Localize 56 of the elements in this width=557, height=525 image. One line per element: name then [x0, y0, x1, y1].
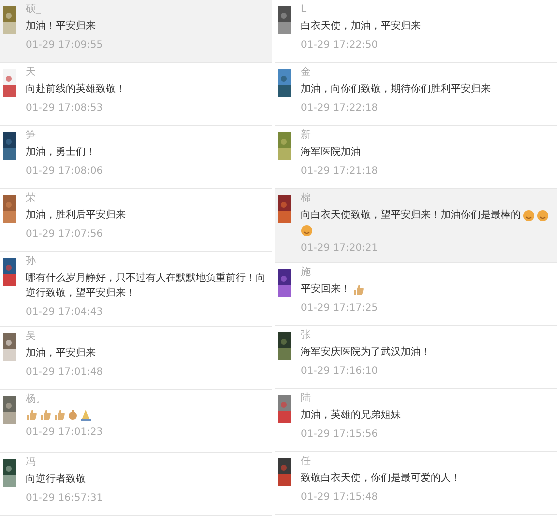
comment-text: 向白衣天使致敬，望平安归来！加油你们是最棒的: [301, 208, 521, 223]
smiley-icon: [523, 210, 535, 222]
user-name: 荣: [26, 193, 37, 205]
user-name: 冯: [26, 457, 37, 469]
comment-text: 加油，向你们致敬，期待你们胜利平安归来: [301, 82, 491, 97]
comment-text: 海军安庆医院为了武汉加油！: [301, 346, 431, 360]
user-name: 天: [26, 67, 37, 79]
timestamp: 01-29 17:01:23: [26, 426, 104, 440]
smiley-icon: [537, 210, 549, 222]
user-name: 硕_: [26, 4, 42, 16]
comment-text: 向逆行者致敬: [26, 472, 86, 487]
user-name: 施: [301, 267, 312, 279]
thumbs-up-icon: [353, 284, 365, 296]
user-name: 陆: [301, 393, 312, 405]
comment-text: 加油，平安归来: [26, 346, 96, 361]
timestamp: 01-29 17:04:43: [26, 306, 104, 320]
comment-text: 加油，英雄的兄弟姐妹: [301, 408, 401, 423]
user-name: 新: [301, 130, 312, 142]
timestamp: 01-29 17:21:18: [301, 165, 380, 179]
thumbs-up-icon: [26, 409, 38, 421]
timestamp: 01-29 17:08:53: [26, 102, 104, 116]
timestamp: 01-29 17:22:50: [301, 39, 380, 53]
timestamp: 01-29 17:17:25: [301, 302, 380, 316]
comment-text: 海军医院加油: [301, 146, 361, 160]
user-name: 金: [301, 67, 312, 79]
user-name: L: [301, 4, 308, 16]
user-name: 张: [301, 330, 312, 342]
comment-text: 平安回来！: [301, 282, 351, 297]
user-name: 孙: [26, 256, 37, 268]
user-name: 任: [301, 456, 312, 468]
user-name: 棉: [301, 193, 312, 205]
comment-text: 加油！平安归来: [26, 20, 96, 34]
timestamp: 01-29 17:08:06: [26, 165, 104, 179]
timestamp: 01-29 17:07:56: [26, 228, 104, 242]
timestamp: 01-29 17:22:18: [301, 102, 380, 116]
praying-hands-icon: [80, 409, 92, 421]
comment-text: 加油，勇士们！: [26, 146, 96, 160]
thumbs-up-icon: [54, 409, 66, 421]
comment-text: 加油，胜利后平安归来: [26, 208, 126, 223]
timestamp: 01-29 16:57:31: [26, 492, 104, 506]
timestamp: 01-29 17:15:56: [301, 428, 380, 442]
comment-text: 白衣天使，加油，平安归来: [301, 20, 421, 34]
timestamp: 01-29 17:20:21: [301, 242, 380, 256]
timestamp: 01-29 17:16:10: [301, 365, 380, 379]
timestamp: 01-29 17:01:48: [26, 366, 104, 380]
user-name: 笋: [26, 130, 37, 142]
smiley-icon: [301, 225, 313, 237]
comment-text: 向赴前线的英雄致敬！: [26, 82, 126, 97]
comment-text: 致敬白衣天使，你们是最可爱的人！: [301, 472, 461, 486]
user-name: 吴: [26, 331, 37, 343]
thumbs-up-icon: [40, 409, 52, 421]
timestamp: 01-29 17:15:48: [301, 491, 380, 505]
timestamp: 01-29 17:09:55: [26, 39, 104, 53]
comment-text: 哪有什么岁月静好，只不过有人在默默地负重前行！向逆行致敬，望平安归来！: [26, 272, 267, 301]
fist-icon: [68, 409, 78, 421]
user-name: 杨。: [26, 394, 47, 406]
